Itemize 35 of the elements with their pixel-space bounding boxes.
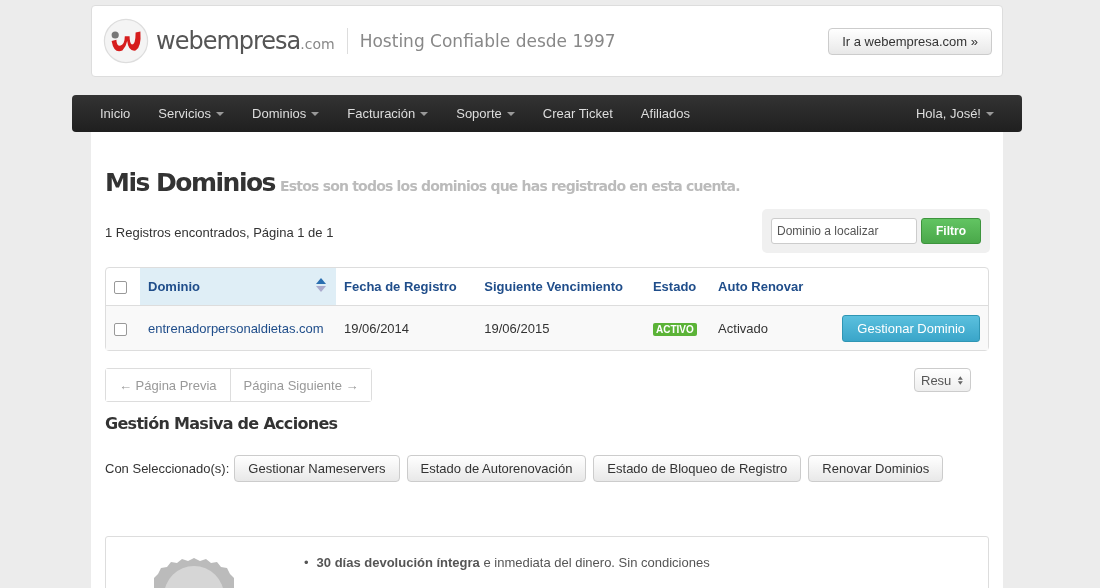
bulk-action-button[interactable]: Renovar Dominios: [808, 455, 944, 482]
checkbox[interactable]: [114, 281, 127, 295]
nav-item[interactable]: Inicio: [86, 106, 145, 121]
checkbox[interactable]: [114, 322, 127, 336]
search-field[interactable]: Dominio a localizar: [771, 218, 917, 244]
table-cell: 19/06/2015: [476, 306, 645, 350]
guarantee-text: 30 días devolución íntegra e inmediata del dinero. Sin condiciones: [316, 555, 710, 570]
site-link-button[interactable]: Ir a webempresa.com »: [828, 27, 992, 55]
nav-item[interactable]: Facturación: [333, 106, 443, 121]
seal-icon: [154, 556, 234, 588]
bulk-label: Con Seleccionado(s):: [105, 461, 230, 476]
table-cell: Activado: [710, 306, 821, 350]
nav-item[interactable]: Servicios: [144, 106, 239, 121]
updown-icon: [957, 374, 964, 386]
section-title: Gestión Masiva de Acciones: [105, 414, 339, 433]
nav-item[interactable]: Crear Ticket: [528, 106, 627, 121]
bulk-action-button[interactable]: Estado de Bloqueo de Registro: [593, 455, 802, 482]
records-count: 1 Registros encontrados, Página 1 de 1: [105, 225, 334, 242]
page-title: Mis Dominios: [105, 168, 275, 197]
nav-item[interactable]: Soporte: [442, 106, 529, 121]
user-menu[interactable]: Hola, José!: [901, 106, 1008, 121]
tagline: Hosting Confiable desde 1997: [359, 31, 616, 51]
brand-name: webempresa.com: [156, 27, 335, 55]
table-cell: 19/06/2014: [336, 306, 477, 350]
column-header[interactable]: Dominio: [140, 268, 336, 306]
status-badge: ACTIVO: [652, 322, 697, 336]
sort-icon: [316, 278, 326, 292]
logo-icon: [102, 17, 150, 65]
bulk-action-button[interactable]: Estado de Autorenovación: [406, 455, 587, 482]
bullet: •: [304, 555, 309, 570]
nav-item[interactable]: Dominios: [238, 106, 334, 121]
page-subtitle: Estos son todos los dominios que has registrado en esta cuenta.: [280, 178, 740, 194]
nav-item[interactable]: Afiliados: [626, 106, 704, 121]
results-dropdown[interactable]: Resu: [914, 368, 971, 392]
bulk-action-button[interactable]: Gestionar Nameservers: [234, 455, 400, 482]
